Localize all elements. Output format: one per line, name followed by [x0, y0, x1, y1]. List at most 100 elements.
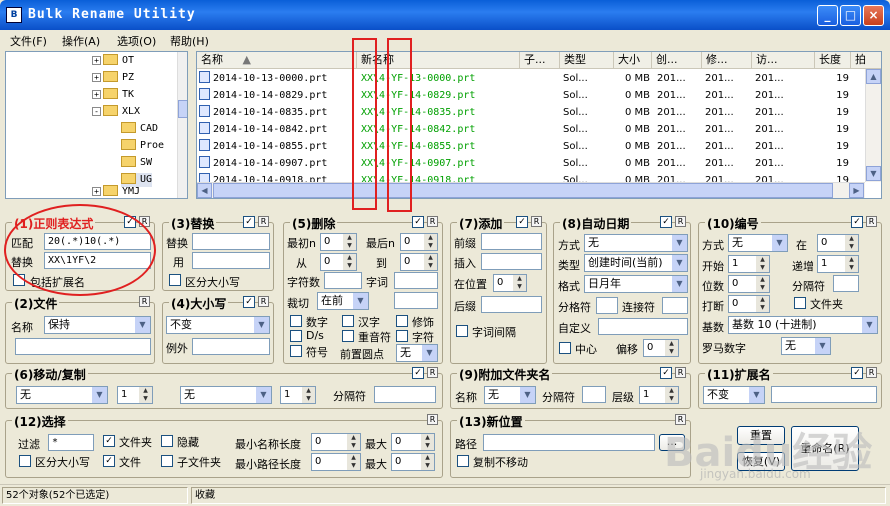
- tree-item-proe[interactable]: Proe: [121, 139, 164, 153]
- ext-enable-checkbox[interactable]: ✓: [851, 367, 863, 379]
- to-spinner[interactable]: 0: [400, 253, 438, 271]
- path-input[interactable]: [483, 434, 655, 451]
- from-spinner[interactable]: 0: [320, 253, 357, 271]
- move-enable-checkbox[interactable]: ✓: [412, 367, 424, 379]
- tree-item-ot[interactable]: OT: [103, 54, 134, 68]
- table-row[interactable]: 2014-10-14-0829.prt XX\4-YF-14-0829.prt So…: [197, 87, 865, 104]
- add-reset-button[interactable]: R: [531, 216, 542, 227]
- number-break-spinner[interactable]: 0: [728, 295, 770, 313]
- number-mode-select[interactable]: 无: [728, 234, 788, 252]
- number-inc-spinner[interactable]: 1: [817, 255, 859, 273]
- replace-enable-checkbox[interactable]: ✓: [243, 216, 255, 228]
- move-to-spinner[interactable]: 1: [280, 386, 316, 404]
- date-enable-checkbox[interactable]: ✓: [660, 216, 672, 228]
- minimize-button[interactable]: _: [817, 5, 838, 26]
- date-reset-button[interactable]: R: [675, 216, 686, 227]
- folder-level-spinner[interactable]: 1: [639, 386, 679, 404]
- folder-enable-checkbox[interactable]: ✓: [660, 367, 672, 379]
- ext-reset-button[interactable]: R: [866, 367, 877, 378]
- tree-item-ymj[interactable]: YMJ: [103, 185, 140, 198]
- col-length[interactable]: 长度: [815, 52, 851, 69]
- case-select[interactable]: 不变: [166, 316, 270, 334]
- first-n-spinner[interactable]: 0: [320, 233, 357, 251]
- menu-help[interactable]: 帮助(H): [170, 33, 209, 49]
- digits-checkbox[interactable]: [290, 315, 302, 327]
- case-reset-button[interactable]: R: [258, 296, 269, 307]
- folder-tree[interactable]: + OT + PZ + TK - XLX CAD Proe SW UG + YM…: [5, 51, 188, 199]
- app-icon[interactable]: B: [6, 7, 22, 23]
- move-from-select[interactable]: 无: [16, 386, 108, 404]
- symbols-checkbox[interactable]: [290, 345, 302, 357]
- folder-reset-button[interactable]: R: [675, 367, 686, 378]
- expand-icon[interactable]: +: [92, 56, 101, 65]
- col-modified[interactable]: 修...: [702, 52, 752, 69]
- replace-reset-button[interactable]: R: [258, 216, 269, 227]
- expand-icon[interactable]: +: [92, 90, 101, 99]
- case-except-input[interactable]: [192, 338, 270, 355]
- maximize-button[interactable]: □: [840, 5, 861, 26]
- tree-item-xlx[interactable]: XLX: [103, 105, 140, 119]
- chars-input[interactable]: [324, 272, 362, 289]
- file-list[interactable]: 名称 ▲ 新名称 子... 类型 大小 创... 修... 访... 长度 拍 …: [196, 51, 882, 199]
- table-row[interactable]: 2014-10-14-0835.prt XX\4-YF-14-0835.prt So…: [197, 104, 865, 121]
- col-type[interactable]: 类型: [560, 52, 614, 69]
- close-button[interactable]: ×: [863, 5, 884, 26]
- date-mode-select[interactable]: 无: [584, 234, 688, 252]
- min-path-spinner[interactable]: 0: [311, 453, 361, 471]
- remove-enable-checkbox[interactable]: ✓: [412, 216, 424, 228]
- selection-reset-button[interactable]: R: [427, 414, 438, 425]
- date-type-select[interactable]: 创建时间(当前): [584, 254, 688, 272]
- folder-sep-input[interactable]: [582, 386, 606, 403]
- tree-item-cad[interactable]: CAD: [121, 122, 158, 136]
- subfolders-checkbox[interactable]: [161, 455, 173, 467]
- cjk-checkbox[interactable]: [342, 315, 354, 327]
- table-row[interactable]: 2014-10-13-0000.prt XX\4-YF-13-0000.prt So…: [197, 70, 865, 87]
- table-row[interactable]: 2014-10-14-0907.prt XX\4-YF-14-0907.prt So…: [197, 155, 865, 172]
- tree-item-pz[interactable]: PZ: [103, 71, 134, 85]
- copy-not-move-checkbox[interactable]: [457, 455, 469, 467]
- add-enable-checkbox[interactable]: ✓: [516, 216, 528, 228]
- date-format-select[interactable]: 日月年: [584, 275, 688, 293]
- menu-actions[interactable]: 操作(A): [62, 33, 100, 49]
- at-position-spinner[interactable]: 0: [493, 274, 527, 292]
- col-subfolder[interactable]: 子...: [520, 52, 560, 69]
- number-reset-button[interactable]: R: [866, 216, 877, 227]
- col-accessed[interactable]: 访...: [752, 52, 815, 69]
- tree-item-sw[interactable]: SW: [121, 156, 152, 170]
- case-enable-checkbox[interactable]: ✓: [243, 296, 255, 308]
- date-sep-input[interactable]: [596, 297, 618, 314]
- ext-input[interactable]: [771, 386, 877, 403]
- tree-item-tk[interactable]: TK: [103, 88, 134, 102]
- expand-icon[interactable]: +: [92, 187, 101, 196]
- collapse-icon[interactable]: -: [92, 107, 101, 116]
- date-offset-spinner[interactable]: 0: [643, 339, 679, 357]
- replace-find-input[interactable]: [192, 233, 270, 250]
- suffix-input[interactable]: [481, 296, 542, 313]
- trim-checkbox[interactable]: [396, 315, 408, 327]
- hidden-checkbox[interactable]: [161, 435, 173, 447]
- replace-case-checkbox[interactable]: [169, 274, 181, 286]
- filter-input[interactable]: *: [48, 434, 94, 451]
- scroll-right-icon[interactable]: ▶: [849, 183, 864, 198]
- prefix-input[interactable]: [481, 233, 542, 250]
- scroll-left-icon[interactable]: ◀: [197, 183, 212, 198]
- leading-dots-select[interactable]: 无: [396, 344, 438, 362]
- number-start-spinner[interactable]: 1: [728, 255, 770, 273]
- folders-checkbox[interactable]: ✓: [103, 435, 115, 447]
- table-row[interactable]: 2014-10-14-0855.prt XX\4-YF-14-0855.prt So…: [197, 138, 865, 155]
- expand-icon[interactable]: +: [92, 73, 101, 82]
- ds-checkbox[interactable]: [290, 330, 302, 342]
- move-count-spinner[interactable]: 1: [117, 386, 153, 404]
- min-name-spinner[interactable]: 0: [311, 433, 361, 451]
- replace-with-input[interactable]: [192, 252, 270, 269]
- col-taken[interactable]: 拍: [851, 52, 881, 69]
- list-vertical-scrollbar[interactable]: ▲ ▼: [865, 69, 881, 182]
- crop-input[interactable]: [394, 292, 438, 309]
- menu-file[interactable]: 文件(F): [10, 33, 47, 49]
- col-new-name[interactable]: 新名称: [357, 52, 520, 69]
- file-name-select[interactable]: 保持: [44, 316, 151, 334]
- number-enable-checkbox[interactable]: ✓: [851, 216, 863, 228]
- col-size[interactable]: 大小: [614, 52, 652, 69]
- tree-scroll-thumb[interactable]: [178, 100, 187, 118]
- word-space-checkbox[interactable]: [456, 325, 468, 337]
